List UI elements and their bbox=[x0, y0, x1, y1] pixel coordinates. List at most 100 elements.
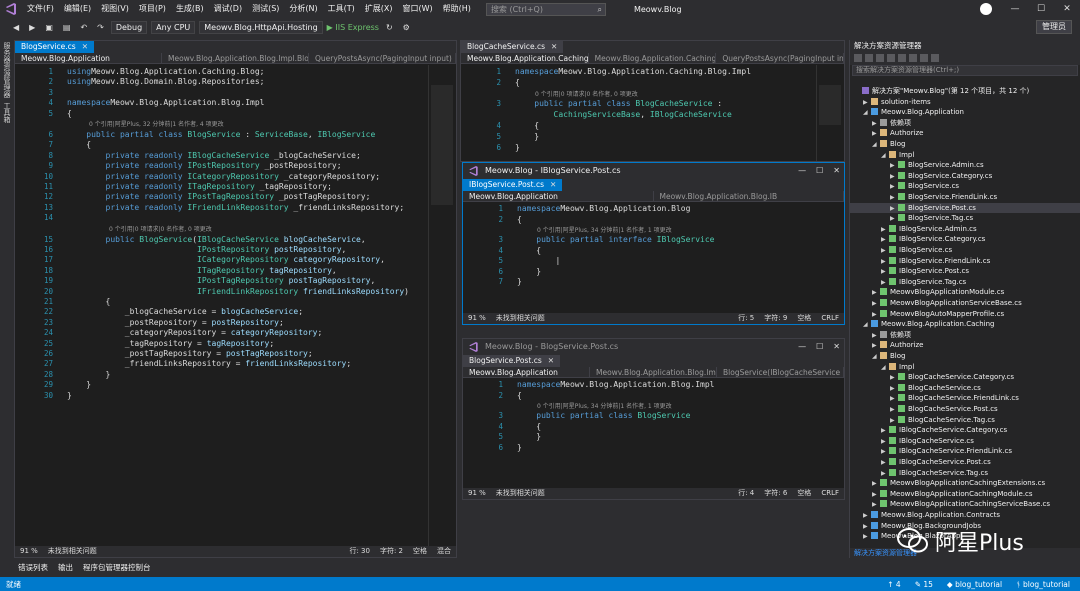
tab-iblogservice-post[interactable]: IBlogService.Post.cs ✕ bbox=[463, 179, 563, 191]
solution-search-input[interactable]: 搜索解决方案资源管理器(Ctrl+;) bbox=[852, 65, 1078, 76]
close-tab-icon[interactable]: ✕ bbox=[82, 41, 88, 53]
minimap[interactable] bbox=[428, 65, 456, 546]
forward-icon[interactable] bbox=[865, 54, 873, 62]
tree-item[interactable]: ▶ BlogService.FriendLink.cs bbox=[850, 192, 1080, 203]
tree-item[interactable]: ▶ IBlogService.Post.cs bbox=[850, 266, 1080, 277]
tree-item[interactable]: ▶ BlogService.cs bbox=[850, 181, 1080, 192]
menu-item[interactable]: 编辑(E) bbox=[59, 0, 96, 18]
status-changes-count[interactable]: ✎ 15 bbox=[915, 580, 933, 589]
nav-member-dropdown[interactable]: QueryPostsAsync(PagingInput input) bbox=[716, 53, 844, 63]
codelens-info[interactable]: 0 个引用|0 项请求|0 名作者, 0 项更改 bbox=[109, 224, 212, 233]
minimize-button[interactable]: — bbox=[1002, 0, 1028, 18]
nav-back-icon[interactable]: ◀ bbox=[10, 23, 22, 32]
startup-project-dropdown[interactable]: Meowv.Blog.HttpApi.Hosting bbox=[199, 20, 323, 34]
tree-item[interactable]: ◢ Meowv.Blog.Application.Caching bbox=[850, 319, 1080, 330]
menu-item[interactable]: 分析(N) bbox=[284, 0, 322, 18]
menu-item[interactable]: 窗口(W) bbox=[398, 0, 438, 18]
nav-member-dropdown[interactable]: BlogService(IBlogCacheService b bbox=[717, 367, 844, 377]
status-item[interactable]: 91 % bbox=[463, 313, 491, 324]
new-file-icon[interactable]: ▣ bbox=[42, 23, 56, 32]
visual-studio-logo-icon[interactable] bbox=[0, 0, 22, 18]
run-button[interactable]: ▶ IIS Express bbox=[327, 23, 379, 32]
tree-item[interactable]: ▶ BlogService.Category.cs bbox=[850, 171, 1080, 182]
tree-item[interactable]: ◢ Impl bbox=[850, 362, 1080, 373]
tree-item[interactable]: ▶ 依赖项 bbox=[850, 118, 1080, 129]
minimize-button[interactable]: — bbox=[798, 339, 806, 355]
tree-item[interactable]: ▶ MeowvBlogApplicationCachingExtensions.c… bbox=[850, 478, 1080, 489]
tree-item[interactable]: ▶ Authorize bbox=[850, 340, 1080, 351]
tree-item[interactable]: ▶ Authorize bbox=[850, 128, 1080, 139]
tree-item[interactable]: ▶ IBlogService.Admin.cs bbox=[850, 224, 1080, 235]
maximize-button[interactable]: ☐ bbox=[816, 339, 823, 355]
show-all-files-icon[interactable] bbox=[920, 54, 928, 62]
tree-item[interactable]: ▶ BlogCacheService.cs bbox=[850, 383, 1080, 394]
menu-item[interactable]: 扩展(X) bbox=[360, 0, 398, 18]
close-button[interactable]: ✕ bbox=[833, 163, 840, 179]
tree-item[interactable]: ◢ Blog bbox=[850, 139, 1080, 150]
pin-icon[interactable]: ✕ bbox=[550, 179, 556, 191]
tree-item[interactable]: ▶ Meowv.Blog.Application.Contracts bbox=[850, 510, 1080, 521]
tree-item[interactable]: ▶ IBlogService.Category.cs bbox=[850, 234, 1080, 245]
status-branch[interactable]: ᚬ blog_tutorial bbox=[1016, 580, 1070, 589]
tree-item[interactable]: ▶ MeowvBlogAutoMapperProfile.cs bbox=[850, 309, 1080, 320]
server-explorer-tab[interactable]: 服务器资源管理器 bbox=[2, 42, 12, 98]
collapsed-arrow-icon[interactable]: ▶ bbox=[863, 532, 871, 543]
menu-item[interactable]: 视图(V) bbox=[96, 0, 134, 18]
nav-project-dropdown[interactable]: Meowv.Blog.Application bbox=[463, 191, 654, 201]
codelens-info[interactable]: 0 个引用|阿星Plus, 34 分钟前|1 名作者, 1 项更改 bbox=[537, 225, 672, 234]
tree-item[interactable]: ▶ BlogCacheService.Post.cs bbox=[850, 404, 1080, 415]
back-icon[interactable] bbox=[854, 54, 862, 62]
tree-item[interactable]: ◢ Impl bbox=[850, 150, 1080, 161]
refresh-icon[interactable] bbox=[898, 54, 906, 62]
tree-item[interactable]: ▶ IBlogCacheService.Post.cs bbox=[850, 457, 1080, 468]
tree-item[interactable]: ▶ IBlogCacheService.cs bbox=[850, 436, 1080, 447]
tree-item[interactable]: ▶ MeowvBlogApplicationModule.cs bbox=[850, 287, 1080, 298]
menu-item[interactable]: 调试(D) bbox=[209, 0, 247, 18]
code-area[interactable]: 1 usingMeowv.Blog.Application.Caching.Blo… bbox=[15, 64, 456, 534]
codelens-info[interactable]: 0 个引用|阿星Plus, 34 分钟前|1 名作者, 1 项更改 bbox=[537, 401, 672, 410]
tab-blogcacheservice[interactable]: BlogCacheService.cs ✕ bbox=[461, 41, 564, 53]
undo-icon[interactable]: ↶ bbox=[77, 23, 90, 32]
close-button[interactable]: ✕ bbox=[833, 339, 840, 355]
nav-project-dropdown[interactable]: Meowv.Blog.Application.Caching bbox=[461, 53, 589, 63]
tools-icon[interactable]: ⚙ bbox=[400, 23, 413, 32]
properties-icon[interactable] bbox=[931, 54, 939, 62]
menu-item[interactable]: 项目(P) bbox=[134, 0, 171, 18]
floating-window-titlebar[interactable]: Meowv.Blog - IBlogService.Post.cs — ☐ ✕ bbox=[463, 163, 844, 179]
tab-output[interactable]: 输出 bbox=[58, 560, 73, 575]
sync-icon[interactable] bbox=[887, 54, 895, 62]
codelens-info[interactable]: 0 个引用|阿星Plus, 32 分钟前|1 名作者, 4 项更改 bbox=[89, 119, 224, 128]
tree-item[interactable]: ▶ BlogService.Admin.cs bbox=[850, 160, 1080, 171]
tree-item[interactable]: ◢ Meowv.Blog.Application bbox=[850, 107, 1080, 118]
menu-item[interactable]: 测试(S) bbox=[247, 0, 284, 18]
tree-item[interactable]: ▶ BlogService.Post.cs bbox=[850, 202, 1080, 214]
close-tab-icon[interactable]: ✕ bbox=[551, 41, 557, 53]
menu-item[interactable]: 工具(T) bbox=[323, 0, 360, 18]
home-icon[interactable] bbox=[876, 54, 884, 62]
tree-item[interactable]: ▶ MeowvBlogApplicationCachingServiceBase.… bbox=[850, 499, 1080, 510]
save-icon[interactable]: ▤ bbox=[60, 23, 74, 32]
nav-type-dropdown[interactable]: Meowv.Blog.Application.Blog.IB bbox=[654, 191, 844, 201]
tab-package-manager-console[interactable]: 程序包管理器控制台 bbox=[83, 560, 151, 575]
status-push-count[interactable]: ↑ 4 bbox=[887, 580, 900, 589]
tree-item[interactable]: ▶ IBlogCacheService.Tag.cs bbox=[850, 468, 1080, 479]
search-box[interactable]: 搜索 (Ctrl+Q) ⌕ bbox=[485, 2, 606, 16]
tree-item[interactable]: ▶ IBlogService.FriendLink.cs bbox=[850, 256, 1080, 267]
status-item[interactable]: 91 % bbox=[15, 546, 43, 557]
tree-item[interactable]: ▶ MeowvBlogApplicationServiceBase.cs bbox=[850, 298, 1080, 309]
tree-item[interactable]: ▶ BlogCacheService.Category.cs bbox=[850, 372, 1080, 383]
config-dropdown[interactable]: Debug bbox=[110, 20, 148, 34]
tree-item[interactable]: 解决方案"Meowv.Blog"(第 12 个项目，共 12 个) bbox=[850, 86, 1080, 97]
nav-type-dropdown[interactable]: Meowv.Blog.Application.Blog.Impl.Blo bbox=[162, 53, 309, 63]
codelens-info[interactable]: 0 个引用|0 项请求|0 名作者, 0 项更改 bbox=[535, 89, 638, 98]
nav-forward-icon[interactable]: ▶ bbox=[26, 23, 38, 32]
account-avatar-icon[interactable] bbox=[980, 3, 992, 15]
tree-item[interactable]: ▶ IBlogCacheService.Category.cs bbox=[850, 425, 1080, 436]
code-area[interactable]: 1 namespaceMeowv.Blog.Application.Blog.Im… bbox=[463, 378, 844, 478]
tree-item[interactable]: ▶ IBlogService.cs bbox=[850, 245, 1080, 256]
collapse-all-icon[interactable] bbox=[909, 54, 917, 62]
tree-item[interactable]: ▶ solution-items bbox=[850, 97, 1080, 108]
nav-project-dropdown[interactable]: Meowv.Blog.Application bbox=[15, 53, 162, 63]
menu-item[interactable]: 文件(F) bbox=[22, 0, 59, 18]
nav-type-dropdown[interactable]: Meowv.Blog.Application.Caching bbox=[589, 53, 717, 63]
